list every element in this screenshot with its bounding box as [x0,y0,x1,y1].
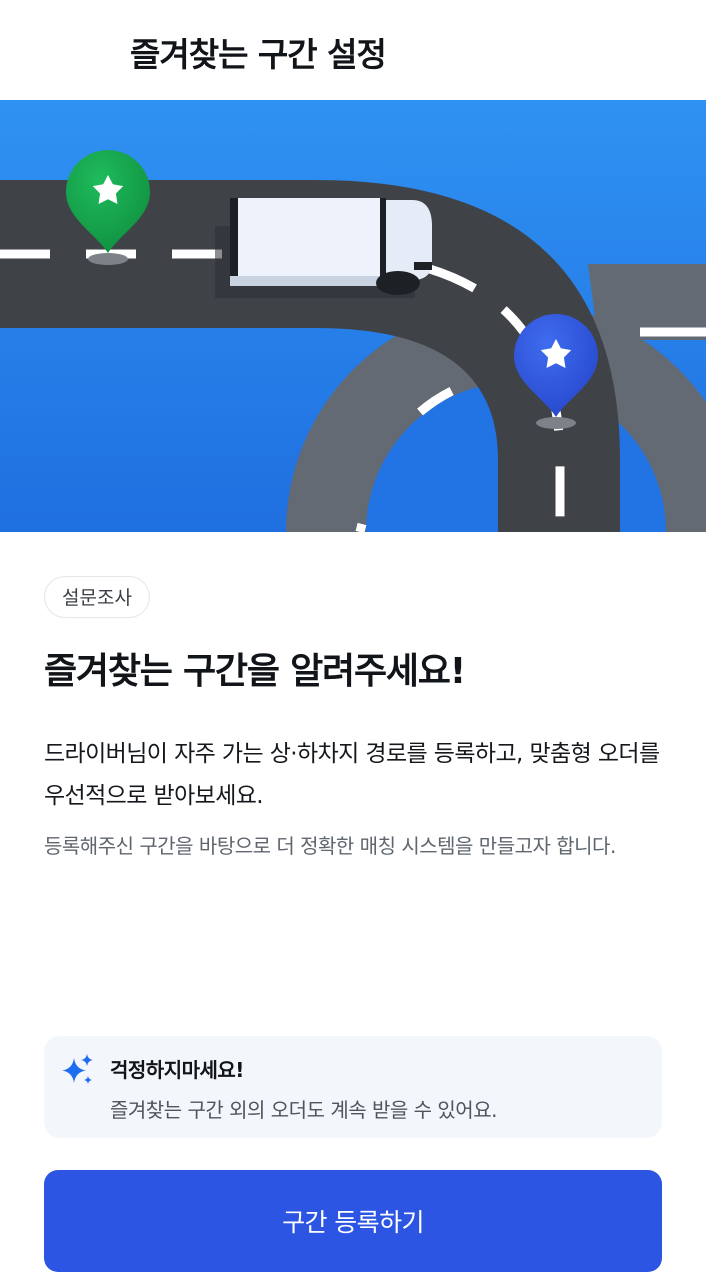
register-route-button[interactable]: 구간 등록하기 [44,1170,662,1272]
sparkle-icon [60,1052,96,1092]
truck-road-illustration [0,100,706,532]
notice-text: 즐겨찾는 구간 외의 오더도 계속 받을 수 있어요. [110,1098,497,1122]
notice-title: 걱정하지마세요! [110,1058,244,1082]
notice-card: 걱정하지마세요! 즐겨찾는 구간 외의 오더도 계속 받을 수 있어요. [44,1036,662,1138]
app-header: 즐겨찾는 구간 설정 [0,0,706,100]
survey-tag: 설문조사 [44,576,150,618]
hero-illustration [0,100,706,532]
page-title: 즐겨찾는 구간 설정 [130,35,387,74]
main-heading: 즐겨찾는 구간을 알려주세요! [44,651,466,692]
sub-description: 등록해주신 구간을 바탕으로 더 정확한 매칭 시스템을 만들고자 합니다. [44,834,616,858]
description: 드라이버님이 자주 가는 상·하차지 경로를 등록하고, 맞춤형 오더를 우선적… [44,741,660,809]
